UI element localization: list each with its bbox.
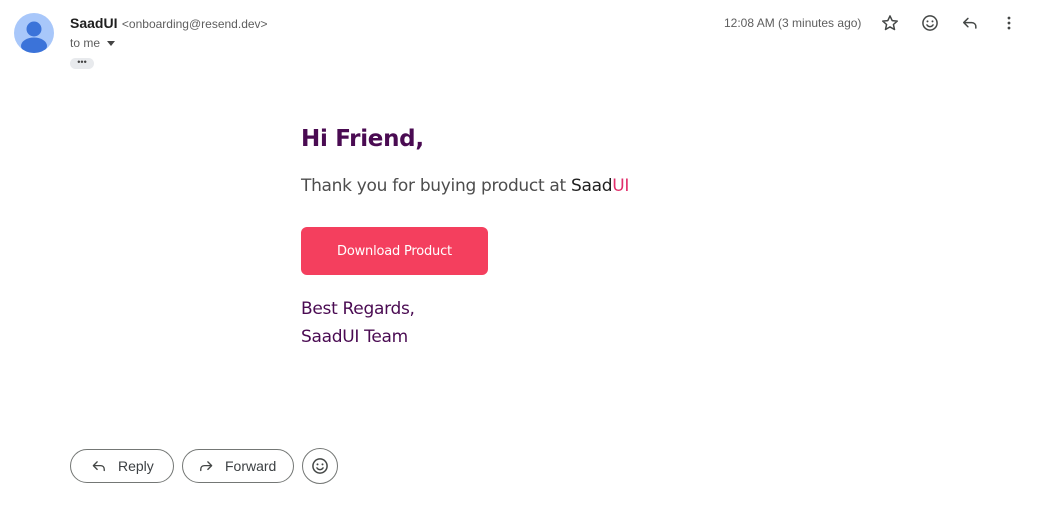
email-body: Hi Friend, Thank you for buying product … (301, 126, 629, 347)
more-vert-icon (1007, 16, 1011, 30)
sender-name[interactable]: SaadUI (70, 15, 117, 31)
star-icon (882, 15, 898, 31)
recipient-details-toggle[interactable]: to me (70, 36, 116, 50)
signoff-line-2: SaadUI Team (301, 327, 408, 347)
signoff: Best Regards, SaadUI Team (301, 295, 415, 351)
sender-line: SaadUI <onboarding@resend.dev> (70, 15, 268, 33)
recipient-label: to me (70, 36, 101, 50)
more-options-button[interactable] (997, 11, 1021, 35)
emoji-icon (922, 15, 938, 31)
reply-button[interactable]: Reply (70, 449, 174, 483)
person-icon (21, 21, 47, 53)
sender-email: <onboarding@resend.dev> (121, 17, 268, 31)
emoji-reaction-button[interactable] (302, 448, 338, 484)
reply-button-header[interactable] (958, 11, 982, 35)
caret-down-icon (107, 41, 116, 46)
thanks-prefix: Thank you for buying product at (301, 176, 572, 196)
brand-name-main: Saad (571, 176, 613, 196)
reply-icon (92, 461, 105, 472)
download-product-button[interactable]: Download Product (301, 227, 488, 275)
emoji-icon (312, 458, 328, 474)
signoff-line-1: Best Regards, (301, 299, 415, 319)
reply-button-label: Reply (118, 458, 154, 474)
email-timestamp: 12:08 AM (3 minutes ago) (724, 16, 862, 30)
show-trimmed-content-button[interactable]: ••• (70, 58, 94, 69)
thanks-text: Thank you for buying product at SaadUI (301, 176, 629, 196)
forward-button-label: Forward (225, 458, 277, 474)
greeting-heading: Hi Friend, (301, 126, 424, 152)
brand-name-accent: UI (612, 176, 630, 196)
add-reaction-button[interactable] (918, 11, 942, 35)
reply-icon (963, 17, 977, 29)
forward-button[interactable]: Forward (182, 449, 294, 483)
star-button[interactable] (878, 11, 902, 35)
forward-icon (200, 461, 213, 472)
sender-avatar[interactable] (14, 13, 54, 53)
